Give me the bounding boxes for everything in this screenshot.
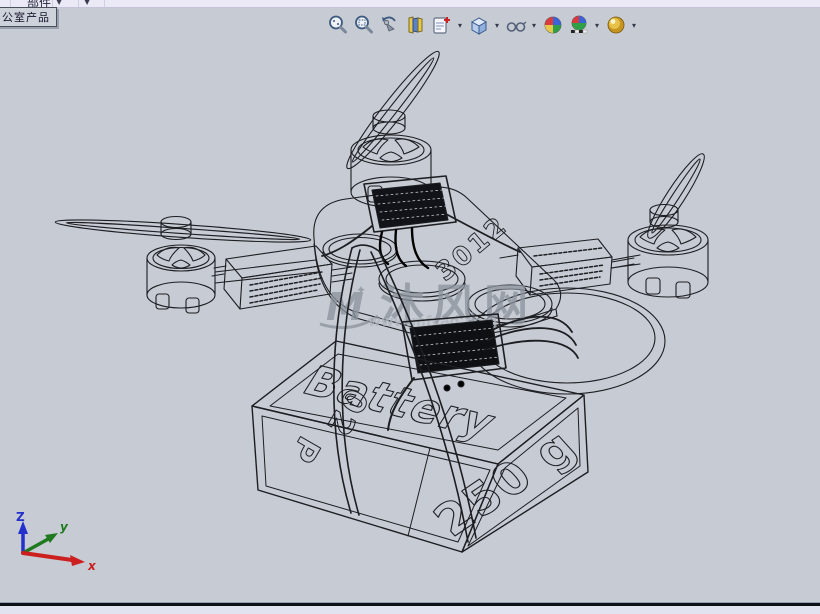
z-axis-label: Z — [16, 510, 25, 524]
display-style-dropdown[interactable]: ▾ — [530, 14, 538, 37]
menu-bar: 部件 ▼ ▼ — [0, 0, 820, 8]
menu-dropdown-icon[interactable]: ▼ — [56, 0, 62, 6]
section-view-dropdown[interactable]: ▾ — [456, 14, 464, 37]
view-settings-dropdown[interactable]: ▾ — [630, 14, 638, 37]
frame-plate-text: 3012 — [430, 210, 514, 287]
apply-scene-dropdown[interactable]: ▾ — [593, 14, 601, 37]
menu-separator — [52, 0, 53, 7]
configuration-tab[interactable]: 公室产品 — [0, 7, 57, 27]
motor-right — [628, 225, 708, 298]
zoom-to-area-icon[interactable] — [352, 14, 375, 37]
drone-foreground: Battery 250 g 02 P — [252, 176, 588, 552]
display-style-icon[interactable] — [504, 14, 527, 37]
cad-viewport[interactable]: 3012 — [0, 0, 820, 614]
motor-left — [147, 245, 215, 313]
propeller-top — [340, 46, 447, 175]
statusbar — [0, 606, 820, 614]
view-orientation-dropdown[interactable]: ▾ — [493, 14, 501, 37]
configuration-tab-label: 公室产品 — [2, 9, 50, 25]
menu-separator — [104, 0, 105, 7]
rotate-view-icon[interactable] — [378, 14, 401, 37]
x-axis-arrow — [70, 555, 85, 566]
menu-separator — [78, 0, 79, 7]
view-settings-icon[interactable] — [604, 14, 627, 37]
watermark: M ✦ 沐风网 www.mfcad.com — [320, 280, 536, 331]
pan-3d-icon[interactable] — [404, 14, 427, 37]
menu-separator — [10, 0, 11, 7]
heads-up-view-toolbar: ▾ ▾ ▾ — [326, 13, 638, 37]
watermark-sparkle-icon: ✦ — [356, 283, 366, 297]
propeller-left — [55, 216, 311, 247]
x-axis-label: x — [87, 559, 97, 573]
zoom-to-fit-icon[interactable] — [326, 14, 349, 37]
apply-scene-icon[interactable] — [567, 14, 590, 37]
view-orientation-icon[interactable] — [467, 14, 490, 37]
battery-side-letter: P — [283, 430, 328, 469]
edit-appearance-icon[interactable] — [541, 14, 564, 37]
menu-dropdown-icon[interactable]: ▼ — [84, 0, 90, 6]
section-view-icon[interactable] — [430, 14, 453, 37]
orientation-triad: Z y x — [16, 510, 97, 573]
y-axis-label: y — [60, 520, 69, 534]
